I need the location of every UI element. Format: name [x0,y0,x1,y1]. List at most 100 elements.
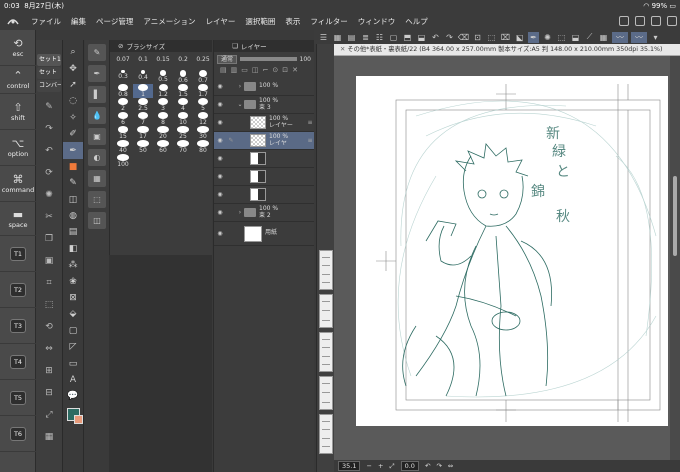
menu-window[interactable]: ウィンドウ [353,16,401,27]
layer-row[interactable]: ◉ 用紙 [214,222,314,246]
new-layer-icon[interactable]: ▤ [220,66,227,78]
visibility-icon[interactable]: ◉ [214,230,226,237]
zoom-tool-icon[interactable]: ⌕ [63,44,83,60]
layer-menu-icon[interactable]: ≡ [306,119,314,126]
menu-filter[interactable]: フィルター [305,16,352,27]
pen-tool-icon[interactable]: ✒ [63,142,83,159]
watercolor-subtool-icon[interactable]: 💧 [88,107,106,124]
navigator-icon[interactable]: ⬚ [88,191,106,208]
object-tool-icon[interactable]: ➚ [63,77,83,93]
rotate-left-icon[interactable]: ↶ [425,462,430,470]
folder-toggle-icon[interactable]: › [236,209,244,216]
brush-size-cell[interactable]: 10 [173,112,193,126]
cut-icon[interactable]: ✂ [36,206,62,228]
zoom-in-icon[interactable]: + [378,462,383,470]
cloud-icon[interactable] [619,16,629,26]
figure-tool-icon[interactable]: ⊠ [63,290,83,306]
comment-icon[interactable]: ✎ [36,96,62,118]
airbrush-tool-icon[interactable]: ⁂ [63,257,83,273]
brush-size-cell[interactable]: 7 [133,112,153,126]
page-thumb[interactable] [319,414,333,454]
brush-size-cell[interactable]: 0.25 [193,56,213,70]
clip-icon[interactable]: ⌐ [263,66,269,78]
t1-key[interactable]: T1 [0,236,36,272]
space-key[interactable]: ▬ space [0,202,36,236]
canvas-scrollbar[interactable] [670,56,680,460]
menu-toggle-icon[interactable] [667,16,677,26]
esc-key[interactable]: ⟲ esc [0,30,36,66]
brush-size-cell[interactable]: 0.2 [173,56,193,70]
layer-menu-icon[interactable]: ≡ [306,137,314,144]
pressure-icon[interactable]: 〰 [631,31,647,43]
lasso-tool-icon[interactable]: ◌ [63,93,83,109]
question-icon[interactable] [651,16,661,26]
set-tab-2[interactable]: セット [37,67,61,79]
page-thumb[interactable] [319,332,333,372]
set-tab-1[interactable]: セット1 [37,54,61,66]
new-vector-layer-icon[interactable]: ▥ [231,66,238,78]
folder-toggle-icon[interactable]: ⌄ [236,101,244,108]
mask-icon[interactable]: ◫ [252,66,259,78]
material-icon[interactable]: ◫ [88,212,106,229]
brush-size-cell[interactable]: 6 [113,112,133,126]
color-set-icon[interactable]: ▦ [88,170,106,187]
trim-icon[interactable]: ⊡ [472,32,483,43]
visibility-icon[interactable]: ◉ [214,191,226,198]
layer-row[interactable]: ◉ › 100 % [214,78,314,96]
tone-icon[interactable]: ▦ [36,426,62,448]
t6-key[interactable]: T6 [0,416,36,452]
copy-icon[interactable]: ❐ [36,228,62,250]
paste-icon[interactable]: ▣ [36,250,62,272]
rotate-icon[interactable]: ⟲ [36,316,62,338]
grid-icon[interactable]: ▦ [332,32,343,43]
shape-tool-icon[interactable]: ▢ [63,323,83,339]
edit-target-icon[interactable]: ✎ [226,137,236,144]
brush-size-cell[interactable]: 0.8 [113,84,133,98]
perspective-icon[interactable]: ⬓ [570,32,581,43]
menu-animation[interactable]: アニメーション [138,16,200,27]
brush-size-cell[interactable]: 0.07 [113,56,133,70]
redo-icon[interactable]: ↷ [36,118,62,140]
fill-selection-icon[interactable]: ⊞ [36,360,62,382]
fit-icon[interactable]: ⤢ [389,462,394,471]
folder-toggle-icon[interactable]: › [236,83,244,90]
settings-icon[interactable] [635,16,645,26]
new-folder-icon[interactable]: ▭ [241,66,248,78]
stylus-icon[interactable]: ✒ [528,31,539,43]
brush-size-cell[interactable]: 15 [113,126,133,140]
brush-size-cell[interactable]: 0.6 [173,70,193,84]
select-all-icon[interactable]: ⬚ [486,32,497,43]
brush-size-cell[interactable]: 40 [113,140,133,154]
decoration-tool-icon[interactable]: ❀ [63,273,83,289]
undo-icon[interactable]: ↶ [430,32,441,43]
marker-subtool-icon[interactable]: ▌ [88,86,106,103]
stroke-stabilizer-icon[interactable]: 〰 [612,31,628,43]
brush-size-cell[interactable]: 8 [153,112,173,126]
brush-size-cell[interactable]: 0.5 [153,70,173,84]
zoom-out-icon[interactable]: − [366,462,371,470]
text-tool-icon[interactable]: A [63,372,83,388]
brush-size-cell[interactable]: 12 [193,112,213,126]
undo-icon[interactable]: ↶ [36,140,62,162]
menu-page[interactable]: ページ管理 [91,16,138,27]
brush-size-cell[interactable]: 30 [193,126,213,140]
flip-icon[interactable]: ⇔ [448,462,453,470]
brush-size-cell[interactable]: 100 [113,154,133,168]
ref-icon[interactable]: ⊙ [272,66,278,78]
eyedropper-icon[interactable]: ✐ [63,126,83,142]
save-icon[interactable]: ⬓ [416,32,427,43]
t5-key[interactable]: T5 [0,380,36,416]
menu-selection[interactable]: 選択範囲 [240,16,280,27]
grid-snap-icon[interactable]: ▦ [598,32,609,43]
page-thumb[interactable] [319,250,333,290]
brush-size-cell[interactable]: 1 [133,84,153,98]
command-key[interactable]: ⌘ command [0,166,36,202]
magic-wand-icon[interactable]: ✧ [63,110,83,126]
delete-layer-icon[interactable]: ✕ [292,66,298,78]
invert-icon[interactable]: ⬕ [514,32,525,43]
gradient-tool-icon[interactable]: ◧ [63,241,83,257]
layer-row[interactable]: ◉ 100 % レイヤー ≡ [214,114,314,132]
list-icon[interactable]: ☷ [374,32,385,43]
balloon-tool-icon[interactable]: 💬 [63,388,83,404]
menu-edit[interactable]: 編集 [66,16,91,27]
